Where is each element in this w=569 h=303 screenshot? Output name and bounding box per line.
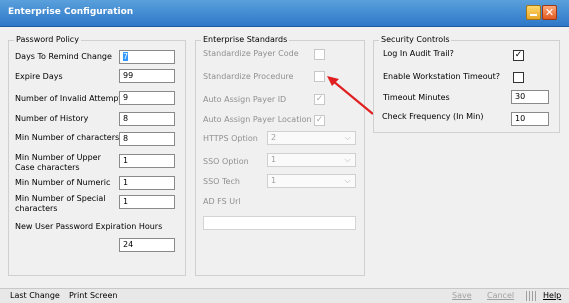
close-button[interactable]: ✕ — [542, 5, 557, 20]
min-upper-label: Min Number of Upper Case characters — [15, 153, 101, 172]
https-option-select[interactable]: 2 ⌵ — [267, 131, 356, 145]
std-payer-code-label: Standardize Payer Code — [203, 49, 299, 58]
sso-tech-label: SSO Tech — [203, 177, 240, 186]
min-numeric-label: Min Number of Numeric — [15, 178, 111, 187]
status-separator — [532, 291, 533, 301]
annotation-arrow — [327, 76, 374, 115]
new-user-exp-label: New User Password Expiration Hours — [15, 222, 163, 231]
sso-tech-value: 1 — [271, 176, 277, 185]
auto-payer-loc-label: Auto Assign Payer Location — [203, 115, 312, 124]
min-chars-input[interactable]: 8 — [119, 132, 175, 146]
std-payer-code-checkbox[interactable] — [314, 49, 325, 60]
password-policy-legend: Password Policy — [14, 35, 81, 44]
annotation-arrow-line — [332, 80, 374, 115]
sso-option-label: SSO Option — [203, 157, 249, 166]
std-procedure-label: Standardize Procedure — [203, 72, 294, 81]
save-button[interactable]: Save — [452, 291, 472, 300]
workstation-timeout-checkbox[interactable] — [513, 72, 524, 83]
https-option-value: 2 — [271, 133, 277, 142]
status-bar: Last Change Print Screen Save Cancel Hel… — [0, 288, 569, 303]
min-special-input[interactable]: 1 — [119, 195, 175, 209]
last-change-link[interactable]: Last Change — [10, 291, 60, 300]
window-title: Enterprise Configuration — [8, 7, 134, 17]
invalid-attempts-label: Number of Invalid Attempts — [15, 94, 126, 103]
sso-option-select[interactable]: 1 ⌵ — [267, 153, 356, 167]
audit-trail-checkbox[interactable]: ✓ — [513, 50, 524, 61]
history-label: Number of History — [15, 114, 89, 123]
adfs-url-input[interactable] — [203, 216, 356, 230]
days-to-remind-input[interactable]: 7 — [119, 50, 175, 64]
workstation-timeout-label: Enable Workstation Timeout? — [383, 72, 501, 81]
timeout-minutes-input[interactable]: 30 — [511, 90, 549, 104]
sso-tech-select[interactable]: 1 ⌵ — [267, 174, 356, 188]
https-option-label: HTTPS Option — [203, 134, 258, 143]
check-icon: ✓ — [514, 50, 523, 60]
chevron-down-icon: ⌵ — [344, 155, 351, 164]
min-chars-label: Min Number of characters — [15, 133, 120, 142]
status-separator — [535, 291, 536, 301]
expire-days-input[interactable]: 99 — [119, 69, 175, 83]
enterprise-standards-legend: Enterprise Standards — [201, 35, 290, 44]
adfs-url-label: AD FS Url — [203, 197, 241, 206]
help-button[interactable]: Help — [543, 291, 561, 300]
auto-payer-id-label: Auto Assign Payer ID — [203, 95, 287, 104]
expire-days-label: Expire Days — [15, 72, 63, 81]
minimize-button[interactable] — [526, 5, 541, 20]
min-numeric-input[interactable]: 1 — [119, 176, 175, 190]
sso-option-value: 1 — [271, 155, 277, 164]
cancel-button[interactable]: Cancel — [487, 291, 514, 300]
days-to-remind-label: Days To Remind Change — [15, 52, 112, 61]
invalid-attempts-input[interactable]: 9 — [119, 91, 175, 105]
security-controls-legend: Security Controls — [379, 35, 452, 44]
history-input[interactable]: 8 — [119, 112, 175, 126]
status-separator — [529, 291, 530, 301]
check-frequency-input[interactable]: 10 — [511, 112, 549, 126]
timeout-minutes-label: Timeout Minutes — [383, 93, 450, 102]
check-frequency-label: Check Frequency (In Min) — [382, 112, 484, 121]
status-separator — [526, 291, 527, 301]
new-user-exp-input[interactable]: 24 — [119, 238, 175, 252]
print-screen-link[interactable]: Print Screen — [69, 291, 117, 300]
min-upper-input[interactable]: 1 — [119, 154, 175, 168]
title-bar: Enterprise Configuration ✕ — [0, 0, 569, 27]
chevron-down-icon: ⌵ — [344, 176, 351, 185]
audit-trail-label: Log In Audit Trail? — [383, 49, 454, 58]
chevron-down-icon: ⌵ — [344, 133, 351, 142]
min-special-label: Min Number of Special characters — [15, 194, 106, 213]
